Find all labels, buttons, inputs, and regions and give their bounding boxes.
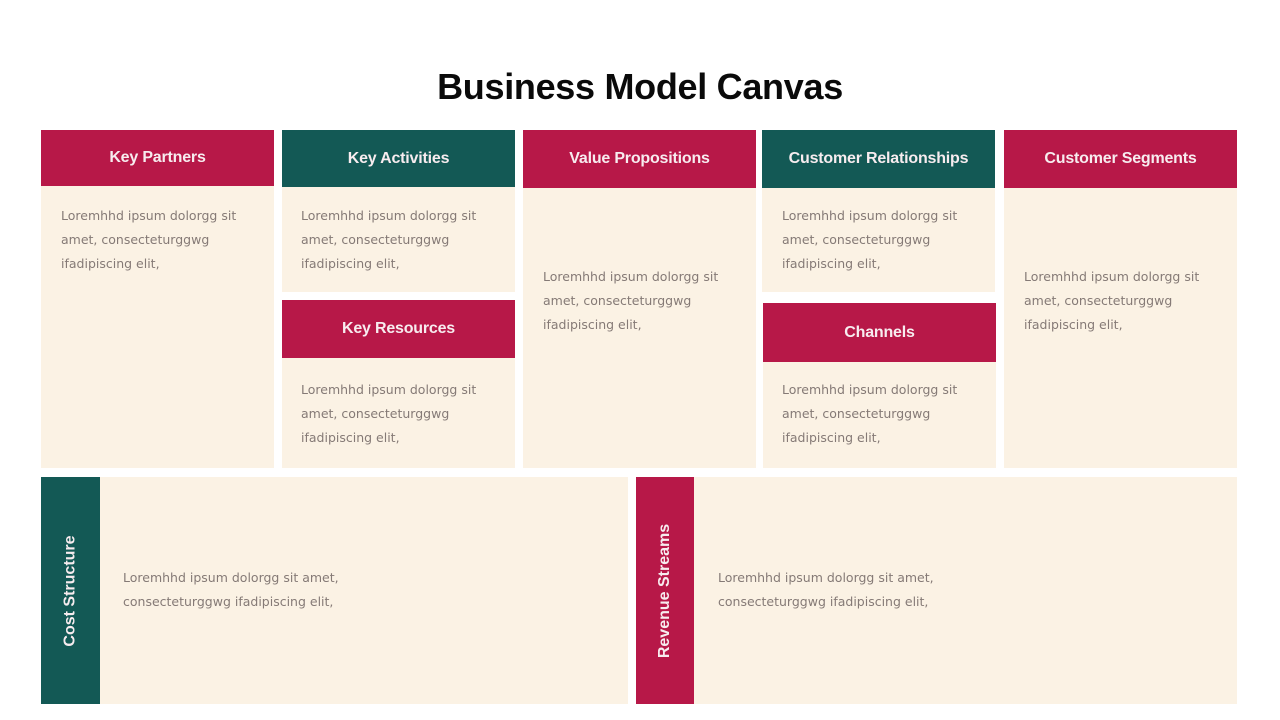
text-line: ifadipiscing elit, bbox=[782, 256, 881, 271]
value-propositions-header: Value Propositions bbox=[523, 130, 756, 188]
revenue-streams-label: Revenue Streams bbox=[656, 523, 674, 658]
text-line: amet, consecteturggwg bbox=[301, 232, 450, 247]
text-line: amet, consecteturggwg bbox=[61, 232, 210, 247]
channels-text: Loremhhd ipsum dolorgg sit amet, consect… bbox=[782, 378, 957, 450]
cost-structure-label: Cost Structure bbox=[61, 534, 79, 647]
page-title: Business Model Canvas bbox=[437, 66, 843, 107]
text-line: ifadipiscing elit, bbox=[782, 430, 881, 445]
key-activities-header: Key Activities bbox=[282, 130, 515, 187]
text-line: ifadipiscing elit, bbox=[301, 430, 400, 445]
text-line: Loremhhd ipsum dolorgg sit bbox=[301, 208, 477, 223]
customer-relationships-text: Loremhhd ipsum dolorgg sit amet, consect… bbox=[782, 204, 957, 276]
text-line: ifadipiscing elit, bbox=[61, 256, 160, 271]
text-line: Loremhhd ipsum dolorgg sit amet, bbox=[718, 570, 934, 585]
cost-structure-text: Loremhhd ipsum dolorgg sit amet, consect… bbox=[123, 566, 339, 614]
customer-segments-text: Loremhhd ipsum dolorgg sit amet, consect… bbox=[1024, 265, 1199, 337]
text-line: ifadipiscing elit, bbox=[301, 256, 400, 271]
key-resources-text: Loremhhd ipsum dolorgg sit amet, consect… bbox=[301, 378, 476, 450]
text-line: Loremhhd ipsum dolorgg sit bbox=[61, 208, 237, 223]
text-line: Loremhhd ipsum dolorgg sit bbox=[1024, 269, 1200, 284]
text-line: amet, consecteturggwg bbox=[782, 232, 931, 247]
revenue-streams-text: Loremhhd ipsum dolorgg sit amet, consect… bbox=[718, 566, 934, 614]
key-partners-text: Loremhhd ipsum dolorgg sit amet, consect… bbox=[61, 204, 236, 276]
text-line: amet, consecteturggwg bbox=[782, 406, 931, 421]
channels-header: Channels bbox=[763, 303, 996, 362]
key-resources-header: Key Resources bbox=[282, 300, 515, 358]
key-partners-header: Key Partners bbox=[41, 130, 274, 186]
text-line: amet, consecteturggwg bbox=[301, 406, 450, 421]
cost-structure-header: Cost Structure bbox=[41, 477, 100, 704]
text-line: Loremhhd ipsum dolorgg sit bbox=[543, 269, 719, 284]
text-line: ifadipiscing elit, bbox=[543, 317, 642, 332]
text-line: ifadipiscing elit, bbox=[1024, 317, 1123, 332]
value-propositions-text: Loremhhd ipsum dolorgg sit amet, consect… bbox=[543, 265, 718, 337]
text-line: consecteturggwg ifadipiscing elit, bbox=[123, 594, 334, 609]
revenue-streams-header: Revenue Streams bbox=[636, 477, 694, 704]
text-line: amet, consecteturggwg bbox=[1024, 293, 1173, 308]
text-line: consecteturggwg ifadipiscing elit, bbox=[718, 594, 929, 609]
text-line: Loremhhd ipsum dolorgg sit bbox=[782, 208, 958, 223]
key-activities-text: Loremhhd ipsum dolorgg sit amet, consect… bbox=[301, 204, 476, 276]
text-line: Loremhhd ipsum dolorgg sit bbox=[301, 382, 477, 397]
text-line: amet, consecteturggwg bbox=[543, 293, 692, 308]
text-line: Loremhhd ipsum dolorgg sit bbox=[782, 382, 958, 397]
customer-relationships-header: Customer Relationships bbox=[762, 130, 995, 188]
text-line: Loremhhd ipsum dolorgg sit amet, bbox=[123, 570, 339, 585]
customer-segments-header: Customer Segments bbox=[1004, 130, 1237, 188]
